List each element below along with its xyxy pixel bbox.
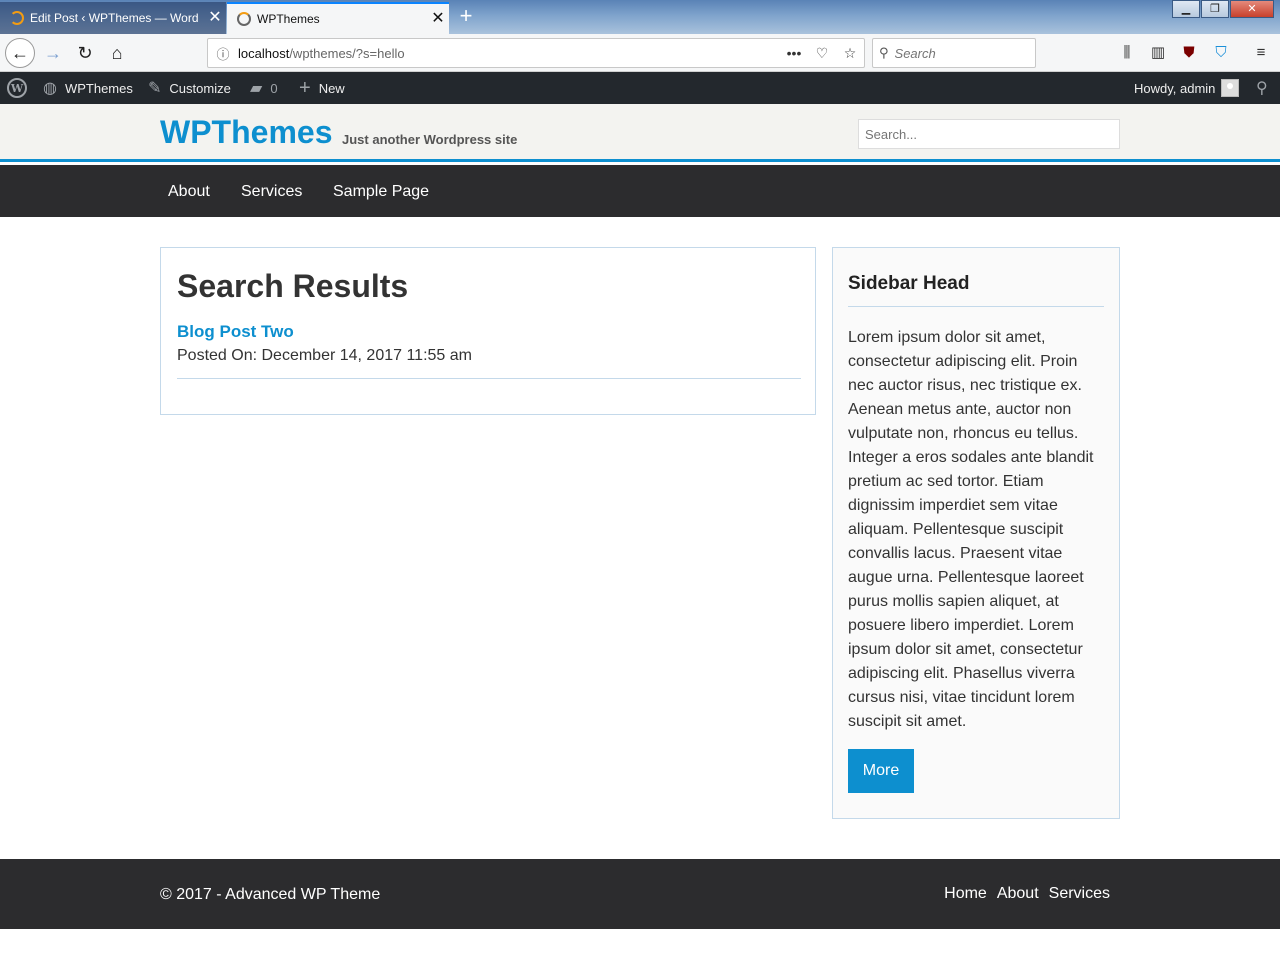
copyright: © 2017 - Advanced WP Theme	[160, 886, 381, 903]
info-icon[interactable]: ⓘ	[208, 44, 238, 63]
dashboard-icon: ◍	[43, 80, 57, 97]
site-search-input[interactable]	[858, 119, 1120, 149]
footer-link-about[interactable]: About	[997, 885, 1039, 903]
url-path: /wpthemes/?s=hello	[289, 45, 405, 61]
new-tab-button[interactable]: +	[452, 4, 480, 30]
divider	[848, 306, 1104, 307]
page-title: Search Results	[177, 268, 409, 304]
back-icon[interactable]: ←	[5, 38, 35, 68]
close-tab-icon[interactable]: ✕	[204, 10, 226, 26]
comment-bubble-icon: ▰	[250, 80, 263, 97]
browser-tab-wpthemes[interactable]: WPThemes ✕	[227, 2, 449, 34]
home-icon[interactable]: ⌂	[102, 38, 132, 68]
search-icon: ⚲	[879, 45, 889, 60]
browser-search-input[interactable]	[894, 45, 1015, 61]
wordpress-logo-icon: W	[7, 78, 27, 98]
browser-search-box[interactable]: ⚲	[872, 38, 1036, 68]
site-description: Just another Wordpress site	[342, 132, 518, 147]
comments-count: 0	[270, 80, 278, 96]
pocket-icon[interactable]: ♡	[808, 45, 836, 62]
url-host: localhost	[238, 45, 290, 61]
forward-icon[interactable]: →	[38, 38, 68, 68]
library-icon[interactable]: ⫼	[1116, 42, 1138, 64]
url-bar[interactable]: ⓘ localhost/wpthemes/?s=hello ••• ♡ ☆	[207, 38, 865, 68]
tab-title: Edit Post ‹ WPThemes — Word	[30, 11, 199, 25]
close-window-button[interactable]: ✕	[1230, 0, 1274, 18]
bookmark-star-icon[interactable]: ☆	[836, 45, 864, 62]
brush-icon: ✎	[148, 80, 162, 97]
admin-search-icon[interactable]: ⚲	[1256, 72, 1268, 104]
menu-icon[interactable]: ≡	[1250, 42, 1272, 64]
post-meta: Posted On: December 14, 2017 11:55 am	[177, 347, 472, 364]
ublock-icon[interactable]: ⛊	[1178, 42, 1200, 64]
nav-item-about[interactable]: About	[168, 165, 210, 217]
site-title[interactable]: WPThemes	[160, 114, 332, 151]
footer-navigation: Home About Services	[934, 885, 1110, 903]
sidebar-icon[interactable]: ▥	[1147, 42, 1169, 64]
privacy-badger-icon[interactable]: ⛉	[1210, 42, 1232, 64]
divider	[177, 378, 801, 379]
search-results-box: Search Results Blog Post Two Posted On: …	[160, 247, 816, 415]
comments-link[interactable]: ▰ 0	[250, 72, 278, 104]
howdy-label: Howdy, admin	[1134, 80, 1216, 96]
wordpress-favicon-icon	[237, 12, 251, 26]
post-title-link[interactable]: Blog Post Two	[177, 322, 294, 342]
wordpress-favicon-icon	[10, 11, 24, 25]
page-actions-icon[interactable]: •••	[780, 45, 808, 61]
my-account-link[interactable]: Howdy, admin	[1134, 72, 1240, 104]
sidebar-widget: Sidebar Head Lorem ipsum dolor sit amet,…	[832, 247, 1120, 819]
minimize-window-button[interactable]: ▁	[1172, 0, 1200, 18]
wp-admin-bar: W ◍ WPThemes ✎ Customize ▰ 0 + New Howdy…	[0, 72, 1280, 104]
admin-site-name: WPThemes	[64, 80, 133, 96]
browser-toolbar: ← → ↻ ⌂ ⓘ localhost/wpthemes/?s=hello ••…	[0, 34, 1280, 72]
customize-link[interactable]: ✎ Customize	[148, 72, 231, 104]
maximize-window-button[interactable]: ❐	[1201, 0, 1229, 18]
browser-tab-edit-post[interactable]: Edit Post ‹ WPThemes — Word ✕	[0, 2, 226, 34]
window-controls: ▁ ❐ ✕	[1171, 0, 1274, 18]
wp-logo-menu[interactable]: W	[7, 72, 27, 104]
footer-link-home[interactable]: Home	[944, 885, 987, 903]
close-tab-icon[interactable]: ✕	[427, 11, 449, 27]
new-label: New	[318, 80, 345, 96]
plus-icon: +	[299, 76, 311, 99]
browser-tab-strip: Edit Post ‹ WPThemes — Word ✕ WPThemes ✕…	[0, 0, 1280, 34]
customize-label: Customize	[169, 80, 231, 96]
nav-item-sample-page[interactable]: Sample Page	[333, 165, 429, 217]
more-button[interactable]: More	[848, 749, 914, 793]
site-header: WPThemes Just another Wordpress site	[0, 104, 1280, 162]
tab-title: WPThemes	[257, 12, 320, 26]
sidebar-heading: Sidebar Head	[848, 273, 970, 294]
reload-icon[interactable]: ↻	[70, 38, 100, 68]
main-navigation: About Services Sample Page	[0, 165, 1280, 217]
nav-item-services[interactable]: Services	[241, 165, 302, 217]
admin-site-name-link[interactable]: ◍ WPThemes	[43, 72, 133, 104]
avatar	[1221, 79, 1240, 97]
footer-link-services[interactable]: Services	[1049, 885, 1110, 903]
new-content-link[interactable]: + New	[299, 72, 345, 104]
site-footer: © 2017 - Advanced WP Theme Home About Se…	[0, 859, 1280, 929]
sidebar-text: Lorem ipsum dolor sit amet, consectetur …	[848, 329, 1094, 730]
